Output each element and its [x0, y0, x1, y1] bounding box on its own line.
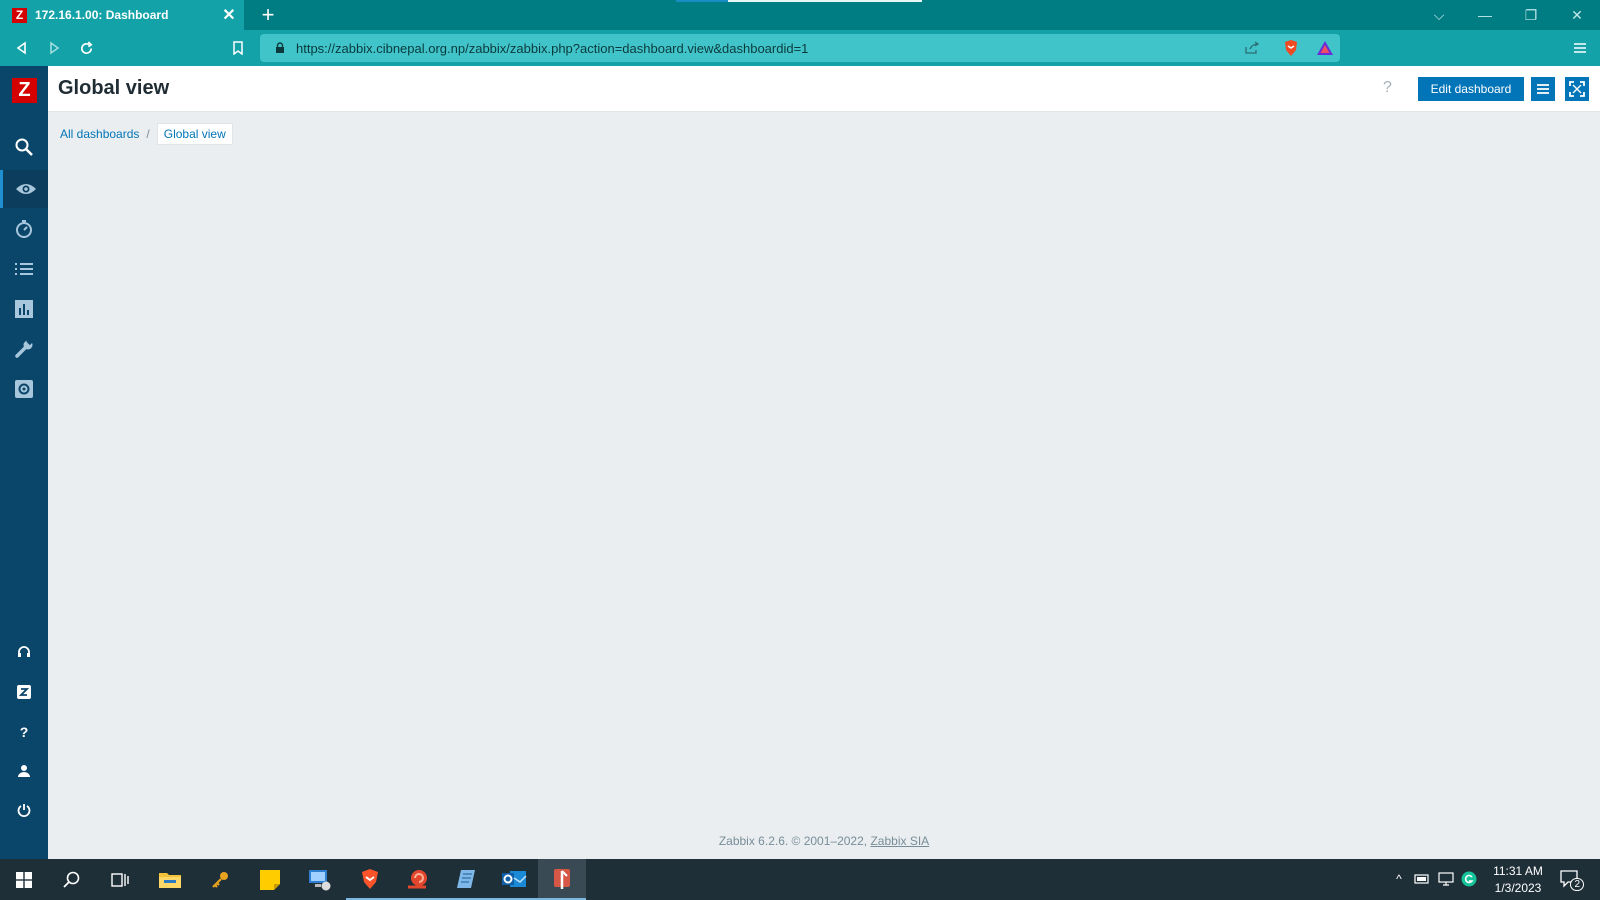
- action-center-icon[interactable]: 2: [1558, 870, 1584, 891]
- clock-date: 1/3/2023: [1494, 881, 1542, 895]
- browser-menu-icon[interactable]: [1568, 36, 1592, 60]
- postman-app-icon[interactable]: [538, 859, 586, 900]
- address-bar[interactable]: https://zabbix.cibnepal.org.np/zabbix/za…: [260, 34, 1340, 62]
- sign-out-icon[interactable]: [0, 791, 48, 829]
- inventory-list-icon[interactable]: [0, 250, 48, 288]
- close-tab-icon[interactable]: ✕: [220, 6, 238, 24]
- page-header: Global view ? Edit dashboard: [48, 66, 1600, 112]
- browser-tab-active[interactable]: Z 172.16.1.00: Dashboard ✕: [0, 0, 244, 30]
- task-view-icon[interactable]: [96, 859, 144, 900]
- brave-shields-icon[interactable]: [1281, 38, 1301, 58]
- services-icon[interactable]: [0, 210, 48, 248]
- support-icon[interactable]: [0, 633, 48, 671]
- zabbix-favicon-icon: Z: [12, 7, 27, 23]
- breadcrumb: All dashboards / Global view: [60, 123, 233, 145]
- tray-battery-icon[interactable]: [1413, 871, 1431, 887]
- lock-icon: [276, 42, 284, 53]
- integrations-icon[interactable]: [0, 673, 48, 711]
- outlook-icon[interactable]: [490, 859, 538, 900]
- key-app-icon[interactable]: [196, 859, 244, 900]
- taskbar-search-icon[interactable]: [48, 859, 96, 900]
- data-collection-wrench-icon[interactable]: [0, 330, 48, 368]
- restore-icon[interactable]: ❐: [1508, 0, 1554, 30]
- bookmark-icon[interactable]: [226, 36, 250, 60]
- breadcrumb-global-view[interactable]: Global view: [156, 123, 233, 145]
- minimize-icon[interactable]: —: [1462, 0, 1508, 30]
- reload-icon[interactable]: [74, 36, 98, 60]
- help-icon[interactable]: ?: [0, 713, 48, 751]
- notification-count-badge: 2: [1570, 878, 1584, 891]
- zabbix-logo[interactable]: Z: [12, 78, 37, 103]
- notepad-app-icon[interactable]: [442, 859, 490, 900]
- url-text: https://zabbix.cibnepal.org.np/zabbix/za…: [296, 40, 809, 56]
- brave-rewards-icon[interactable]: [1315, 38, 1335, 58]
- user-settings-icon[interactable]: [0, 752, 48, 790]
- file-explorer-icon[interactable]: [146, 859, 194, 900]
- dashboard-actions-menu-icon[interactable]: [1531, 77, 1555, 101]
- page-footer: Zabbix 6.2.6. © 2001–2022, Zabbix SIA: [48, 834, 1600, 848]
- footer-zabbix-sia-link[interactable]: Zabbix SIA: [870, 834, 929, 848]
- tray-grammarly-icon[interactable]: [1460, 871, 1478, 887]
- taskbar-clock[interactable]: 11:31 AM 1/3/2023: [1480, 863, 1556, 897]
- administration-gear-icon[interactable]: [0, 370, 48, 408]
- share-icon[interactable]: [1242, 38, 1262, 58]
- tray-network-icon[interactable]: [1437, 871, 1455, 887]
- windows-start-icon[interactable]: [0, 859, 48, 900]
- breadcrumb-separator: /: [146, 127, 150, 141]
- edit-dashboard-button[interactable]: Edit dashboard: [1418, 77, 1524, 101]
- breadcrumb-all-dashboards[interactable]: All dashboards: [60, 127, 139, 141]
- windows-taskbar: ^ 11:31 AM 1/3/2023 2: [0, 859, 1600, 900]
- help-icon[interactable]: ?: [1383, 79, 1392, 97]
- main-sidebar: Z ?: [0, 66, 48, 859]
- snail-app-icon[interactable]: [394, 859, 442, 900]
- footer-copyright: Zabbix 6.2.6. © 2001–2022,: [718, 834, 868, 848]
- sticky-notes-icon[interactable]: [246, 859, 294, 900]
- monitoring-eye-icon[interactable]: [0, 170, 48, 208]
- tab-strip-indicator: [676, 0, 728, 2]
- back-icon[interactable]: [10, 36, 34, 60]
- clock-time: 11:31 AM: [1493, 864, 1543, 878]
- brave-browser-icon[interactable]: [346, 859, 394, 900]
- browser-tab-bar: Z 172.16.1.00: Dashboard ✕ + ⌵ — ❐ ✕: [0, 0, 1600, 30]
- remote-desktop-icon[interactable]: [296, 859, 344, 900]
- forward-icon[interactable]: [42, 36, 66, 60]
- search-icon[interactable]: [0, 128, 48, 166]
- tab-search-chevron-icon[interactable]: ⌵: [1416, 0, 1462, 30]
- new-tab-button[interactable]: +: [256, 2, 280, 27]
- tab-strip-indicator: [728, 0, 922, 2]
- reports-chart-icon[interactable]: [0, 290, 48, 328]
- tray-overflow-chevron-icon[interactable]: ^: [1390, 871, 1408, 887]
- tab-title: 172.16.1.00: Dashboard: [35, 8, 169, 22]
- page-title: Global view: [58, 77, 170, 99]
- window-close-icon[interactable]: ✕: [1554, 0, 1600, 30]
- browser-toolbar: https://zabbix.cibnepal.org.np/zabbix/za…: [0, 30, 1600, 66]
- fullscreen-icon[interactable]: [1565, 77, 1589, 101]
